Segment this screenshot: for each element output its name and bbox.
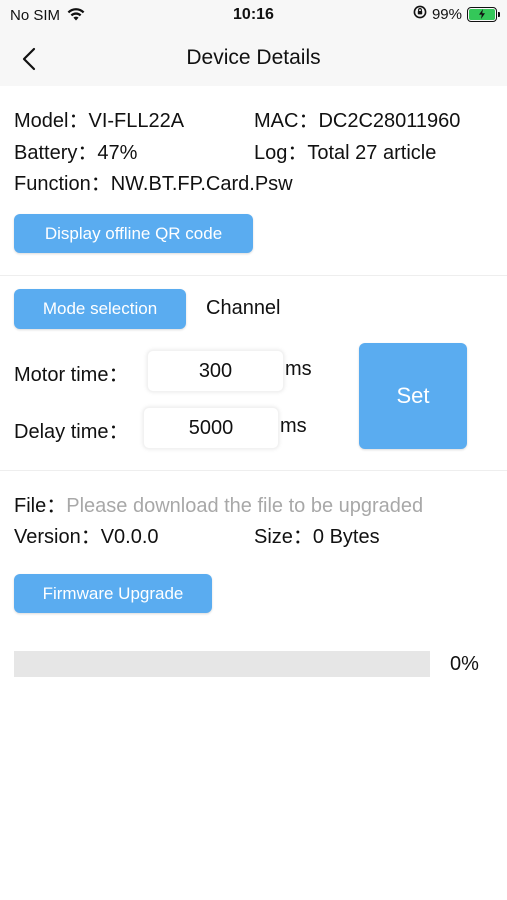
function-label: Function：	[14, 173, 111, 195]
log-value: Total 27 article	[307, 142, 437, 164]
firmware-upgrade-button[interactable]: Firmware Upgrade	[14, 574, 212, 613]
upgrade-progress-bar	[14, 651, 430, 677]
navigation-bar: Device Details	[0, 32, 507, 86]
delay-time-input[interactable]	[143, 407, 279, 449]
size-value: 0 Bytes	[312, 526, 380, 548]
version-row: Version：V0.0.0	[14, 520, 159, 549]
page-title: Device Details	[186, 46, 321, 69]
battery-value: 47%	[97, 142, 138, 164]
set-button[interactable]: Set	[359, 343, 467, 449]
mac-row: MAC：DC2C28011960	[254, 104, 460, 133]
section-divider	[0, 470, 507, 471]
delay-time-label: Delay time：	[14, 421, 129, 443]
function-row: Function：NW.BT.FP.Card.Psw	[14, 167, 293, 196]
version-label: Version：	[14, 526, 101, 548]
log-label: Log：	[254, 142, 308, 164]
mac-label: MAC：	[254, 110, 319, 132]
battery-row: Battery：47%	[14, 136, 137, 165]
battery-icon	[467, 6, 500, 22]
motor-time-label: Motor time：	[14, 364, 129, 386]
section-divider	[0, 275, 507, 276]
status-right: 99%	[413, 5, 500, 23]
charging-bolt-icon	[478, 9, 485, 19]
function-value: NW.BT.FP.Card.Psw	[110, 173, 293, 195]
file-label: File：	[14, 495, 67, 517]
delay-time-unit: ms	[280, 415, 307, 437]
model-row: Model：VI-FLL22A	[14, 104, 184, 133]
version-value: V0.0.0	[100, 526, 159, 548]
status-bar: No SIM 10:16 99%	[0, 0, 507, 32]
chevron-left-icon	[22, 47, 36, 71]
file-placeholder[interactable]: Please download the file to be upgraded	[66, 495, 423, 517]
log-row: Log：Total 27 article	[254, 136, 436, 165]
display-qr-code-button[interactable]: Display offline QR code	[14, 214, 253, 253]
mode-value: Channel	[206, 297, 281, 319]
battery-label: Battery：	[14, 142, 98, 164]
upgrade-progress-text: 0%	[450, 653, 479, 675]
model-label: Model：	[14, 110, 89, 132]
battery-percent: 99%	[431, 5, 462, 23]
size-label: Size：	[254, 526, 313, 548]
model-value: VI-FLL22A	[88, 110, 185, 132]
motor-time-input[interactable]	[147, 350, 284, 392]
back-button[interactable]	[14, 44, 44, 74]
size-row: Size：0 Bytes	[254, 520, 380, 549]
battery-level-fill	[469, 8, 495, 20]
mac-value: DC2C28011960	[318, 110, 461, 132]
orientation-lock-icon	[413, 5, 427, 23]
motor-time-unit: ms	[285, 358, 312, 380]
file-row: File：Please download the file to be upgr…	[14, 489, 423, 518]
mode-selection-button[interactable]: Mode selection	[14, 289, 186, 329]
